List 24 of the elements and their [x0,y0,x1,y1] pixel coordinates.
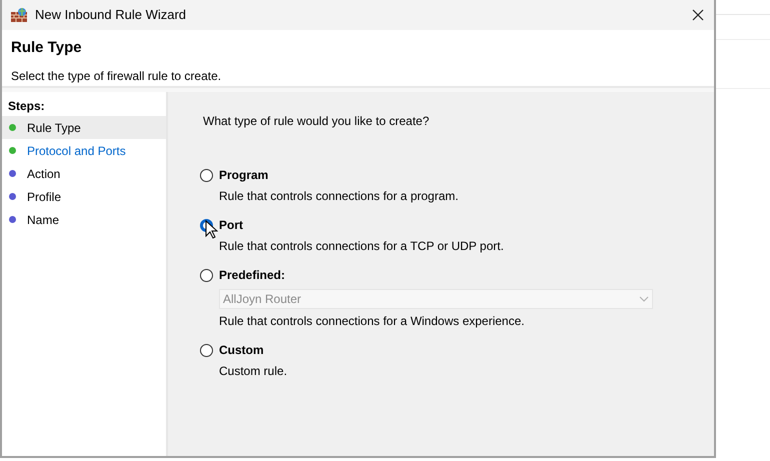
page-title: Rule Type [11,38,83,58]
firewall-icon [10,7,28,23]
radio-button[interactable] [200,268,213,282]
option-label[interactable]: Custom [219,341,264,359]
option-label[interactable]: Port [219,216,243,234]
radio-button[interactable] [200,168,213,182]
option-description: Rule that controls connections for a TCP or UDP port. [219,238,505,255]
step-item[interactable]: Rule Type [2,116,166,139]
question-text: What type of rule would you like to create? [203,113,430,130]
step-item[interactable]: Profile [2,185,166,208]
page-subtitle: Select the type of firewall rule to create. [11,68,222,84]
option-label[interactable]: Program [219,166,268,184]
window-title: New Inbound Rule Wizard [35,6,186,24]
chevron-icon [639,296,649,302]
option-description: Custom rule. [219,363,288,380]
option-description: Rule that controls connections for a Windows experience. [219,313,526,330]
step-item[interactable]: Name [2,208,166,231]
step-item[interactable]: Action [2,162,166,185]
radio-button[interactable] [200,344,213,356]
close-icon[interactable] [692,9,704,21]
option-description: Rule that controls connections for a program. [219,188,460,205]
option-label[interactable]: Predefined: [219,266,286,284]
steps-heading: Steps: [7,98,46,115]
step-item[interactable]: Protocol and Ports [2,139,166,162]
